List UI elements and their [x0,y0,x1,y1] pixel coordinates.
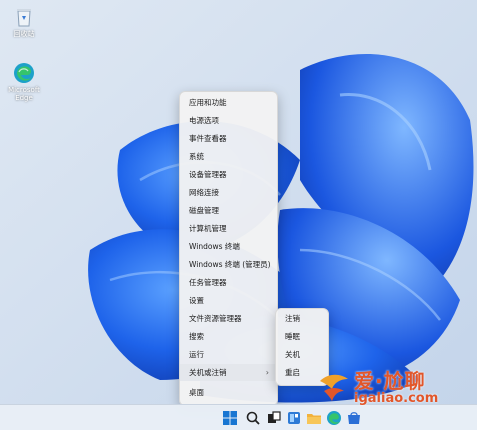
start-icon[interactable] [222,410,238,426]
menu-item-event-viewer[interactable]: 事件查看器 [180,130,277,147]
menu-item-label: 系统 [189,152,204,161]
recycle-bin-icon [17,9,31,27]
desktop-icon-label: 回收站 [13,30,35,38]
file-explorer-icon[interactable] [306,410,322,426]
submenu-item-label: 重启 [285,368,300,377]
widgets-icon[interactable] [286,410,302,426]
menu-item-label: 设备管理器 [189,170,227,179]
menu-item-label: 网络连接 [189,188,219,197]
edge-icon[interactable] [326,410,342,426]
menu-item-device-manager[interactable]: 设备管理器 [180,166,277,183]
menu-item-file-explorer[interactable]: 文件资源管理器 [180,310,277,327]
menu-item-search[interactable]: 搜索 [180,328,277,345]
menu-item-desktop[interactable]: 桌面 [180,384,277,401]
desktop-icon-label: Microsoft Edge [8,86,40,102]
edge-icon [14,63,34,83]
menu-item-label: Windows 终端 [189,242,240,251]
menu-item-label: 运行 [189,350,204,359]
menu-item-disk-management[interactable]: 磁盘管理 [180,202,277,219]
chevron-right-icon: › [265,368,269,377]
watermark-logo: 爱·尬聊 igaliao.com [318,365,468,409]
menu-item-run[interactable]: 运行 [180,346,277,363]
menu-item-system[interactable]: 系统 [180,148,277,165]
search-icon[interactable] [245,410,261,426]
menu-item-label: Windows 终端 (管理员) [189,260,271,269]
menu-item-label: 文件资源管理器 [189,314,242,323]
menu-item-label: 桌面 [189,388,204,397]
submenu-item-sleep[interactable]: 睡眠 [276,328,328,346]
menu-item-shutdown-signout[interactable]: 关机或注销 › [180,364,277,381]
desktop-icon-recycle-bin[interactable]: 回收站 [2,6,46,38]
menu-item-network-connections[interactable]: 网络连接 [180,184,277,201]
menu-item-settings[interactable]: 设置 [180,292,277,309]
menu-item-label: 事件查看器 [189,134,227,143]
submenu-item-label: 关机 [285,350,300,359]
submenu-item-label: 睡眠 [285,332,300,341]
menu-item-label: 电源选项 [189,116,219,125]
store-icon[interactable] [346,410,362,426]
menu-item-label: 任务管理器 [189,278,227,287]
submenu-item-label: 注销 [285,314,300,323]
submenu-item-shut-down[interactable]: 关机 [276,346,328,364]
menu-item-label: 计算机管理 [189,224,227,233]
menu-item-power-options[interactable]: 电源选项 [180,112,277,129]
menu-item-label: 关机或注销 [189,368,227,377]
bird-logo-icon [320,374,348,401]
watermark-url: igaliao.com [354,391,439,406]
desktop: 回收站 Microsoft Edge 应用和功能 电源选项 事件查看器 系统 设… [0,0,477,430]
menu-item-windows-terminal-admin[interactable]: Windows 终端 (管理员) [180,256,277,273]
menu-item-label: 设置 [189,296,204,305]
menu-item-apps-features[interactable]: 应用和功能 [180,94,277,111]
menu-item-windows-terminal[interactable]: Windows 终端 [180,238,277,255]
menu-item-label: 磁盘管理 [189,206,219,215]
watermark-title: 爱·尬聊 [354,369,426,393]
menu-item-computer-management[interactable]: 计算机管理 [180,220,277,237]
menu-item-label: 应用和功能 [189,98,227,107]
desktop-icon-edge[interactable]: Microsoft Edge [2,62,46,102]
menu-item-label: 搜索 [189,332,204,341]
menu-item-task-manager[interactable]: 任务管理器 [180,274,277,291]
task-view-icon[interactable] [266,410,282,426]
submenu-item-sign-out[interactable]: 注销 [276,310,328,328]
power-user-menu: 应用和功能 电源选项 事件查看器 系统 设备管理器 网络连接 磁盘管理 计算机管… [179,91,278,406]
